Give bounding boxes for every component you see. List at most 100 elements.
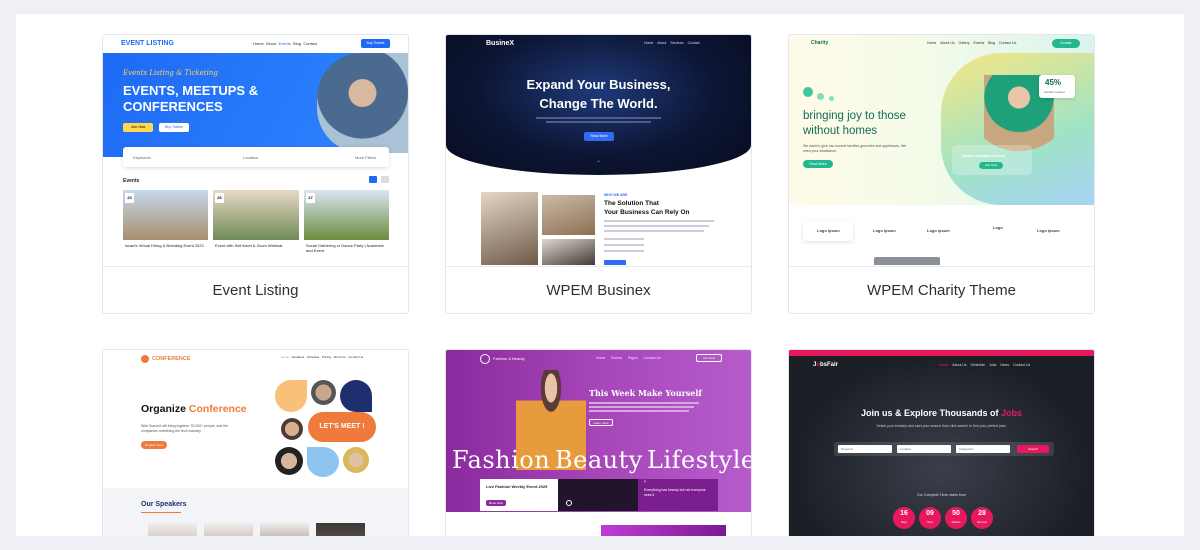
preview-logo: CONFERENCE: [152, 356, 191, 362]
theme-card-businex[interactable]: BusineX Home About Services Contact Expa…: [445, 34, 752, 314]
event-image: [304, 190, 389, 240]
theme-card-event-listing[interactable]: EVENT LISTING Home About Events Blog Con…: [102, 34, 409, 314]
preview-headline: This Week Make Yourself: [589, 388, 702, 398]
big-word: Fashion: [452, 446, 551, 474]
event-date: 27: [306, 193, 315, 203]
conference-logo-icon: [141, 355, 149, 363]
countdown-unit: Minutes: [951, 521, 961, 524]
promo-image: [601, 525, 726, 536]
hero-subtext-line: [546, 121, 651, 123]
partner-logo: Logo ipsum: [873, 228, 896, 233]
preview-nav-cta: Join Now: [696, 354, 722, 362]
speaker-card: [148, 523, 197, 536]
event-btn: Book Now: [486, 500, 506, 506]
preview-subtext: Web Summit will bring together 70,000+ p…: [141, 424, 229, 433]
countdown-unit: Hours: [926, 521, 934, 524]
event-image: [123, 190, 208, 240]
theme-title[interactable]: WPEM Businex: [446, 266, 751, 313]
big-word: Beauty: [555, 446, 643, 474]
body-text-line: [604, 225, 709, 227]
preview-search-keyword: Keywords: [133, 155, 151, 160]
event-image: [213, 190, 299, 240]
preview-headline: bringing joy to those without homes: [803, 110, 906, 137]
field-location: Location: [897, 445, 951, 453]
quote-icon: “: [644, 481, 646, 487]
theme-preview-conference[interactable]: CONFERENCE Home Speakers Schedule Pricin…: [103, 350, 408, 536]
countdown-value: 16: [900, 510, 908, 517]
preview-nav: Home Speakers Schedule Pricing About Us …: [281, 355, 364, 359]
countdown-value: 28: [978, 510, 986, 517]
speaker-card: [260, 523, 309, 536]
stat-value: 45%: [1045, 78, 1062, 87]
deco-shape: [275, 380, 307, 412]
preview-section-title: Events: [123, 178, 140, 184]
event-title: Live Fashion Weekly Event 2025: [486, 484, 548, 489]
grid-view-icon: [369, 176, 377, 183]
preview-btn-join: Join Now: [123, 123, 153, 132]
preview-search-location: Location: [243, 155, 259, 160]
body-text-line: [604, 220, 714, 222]
event-title: Event with Sell ticket & Zoom Webinar: [215, 243, 283, 248]
theme-title[interactable]: Event Listing: [103, 266, 408, 313]
section-underline: [141, 512, 181, 513]
countdown-value: 09: [926, 510, 934, 517]
theme-card-jobsfair[interactable]: JobsFair Home About Us Schedule Jobs New…: [788, 349, 1095, 536]
countdown-label: Our Complete Timer starts from: [916, 493, 966, 497]
preview-logo: Fashion & Beauty: [493, 356, 525, 361]
preview-subtext: Select your industry and start your sear…: [876, 424, 1007, 428]
preview-nav: Home About Us Schedule Jobs News Contact…: [939, 363, 1031, 367]
preview-nav: Home About Services Contact: [644, 41, 700, 45]
preview-headline: Join us & Explore Thousands of Jobs: [860, 408, 1023, 418]
speaker-photo: [317, 53, 408, 153]
event-title: Social Gathering or Dance Party | Academ…: [306, 243, 384, 253]
preview-image-edge: [874, 257, 940, 265]
theme-gallery: EVENT LISTING Home About Events Blog Con…: [16, 14, 1184, 536]
preview-btn-tickets: Buy Tickets: [159, 123, 189, 132]
stat-label: donation raised: [1044, 90, 1065, 94]
team-photo: [542, 195, 595, 235]
preview-nav: Home Events Pages Contact Us: [596, 356, 661, 360]
preview-headline: Organize Conference: [141, 403, 247, 415]
preview-nav: Home About Us Gallery Events Blog Contac…: [927, 41, 1017, 45]
field-keyword: Keyword: [838, 445, 892, 453]
theme-card-fashion[interactable]: Fashion & Beauty Home Events Pages Conta…: [445, 349, 752, 536]
theme-preview-event-listing[interactable]: EVENT LISTING Home About Events Blog Con…: [103, 35, 408, 265]
balloon-icon: [817, 93, 824, 100]
preview-btn: Read More: [584, 132, 614, 141]
deco-shape: [307, 447, 339, 477]
speaker-avatar: [343, 447, 369, 473]
theme-preview-jobsfair[interactable]: JobsFair Home About Us Schedule Jobs New…: [789, 350, 1094, 536]
theme-card-conference[interactable]: CONFERENCE Home Speakers Schedule Pricin…: [102, 349, 409, 536]
balloon-icon: [803, 87, 813, 97]
list-view-icon: [381, 176, 389, 183]
event-badge-btn: Join Now: [979, 162, 1003, 169]
preview-logo: Charity: [811, 40, 829, 46]
event-badge-bg: [952, 145, 1032, 175]
theme-card-charity[interactable]: Charity Home About Us Gallery Events Blo…: [788, 34, 1095, 314]
preview-nav: Home About Events Blog Contact: [253, 41, 318, 46]
event-badge: Online Donation Event: [962, 153, 1005, 158]
theme-title[interactable]: WPEM Charity Theme: [789, 266, 1094, 313]
lets-meet-badge: LET'S MEET !: [308, 412, 376, 442]
preview-btn: Register Now: [141, 441, 167, 449]
preview-search-filter: More Filters: [355, 155, 377, 160]
theme-preview-businex[interactable]: BusineX Home About Services Contact Expa…: [446, 35, 751, 265]
body-text-line: [604, 238, 644, 240]
theme-preview-charity[interactable]: Charity Home About Us Gallery Events Blo…: [789, 35, 1094, 265]
field-category: Categories: [956, 445, 1010, 453]
body-text-line: [604, 250, 644, 252]
deco-shape: [340, 380, 372, 412]
theme-preview-fashion[interactable]: Fashion & Beauty Home Events Pages Conta…: [446, 350, 751, 536]
speaker-avatar: [281, 418, 303, 440]
partner-logo: Logo ipsum: [1037, 228, 1060, 233]
preview-logo: BusineX: [486, 40, 515, 47]
top-bar: [789, 350, 1094, 356]
preview-logo: JobsFair: [813, 362, 839, 368]
preview-nav-cta: Donate: [1052, 39, 1080, 48]
fashion-logo-icon: [480, 354, 490, 364]
team-photo: [481, 192, 538, 265]
preview-eyebrow: WHO WE ARE: [604, 193, 628, 197]
partner-logo: Logo: [993, 225, 1003, 230]
quote-text: Everything has beauty but not everyone s…: [644, 488, 706, 497]
countdown-value: 50: [952, 510, 960, 517]
